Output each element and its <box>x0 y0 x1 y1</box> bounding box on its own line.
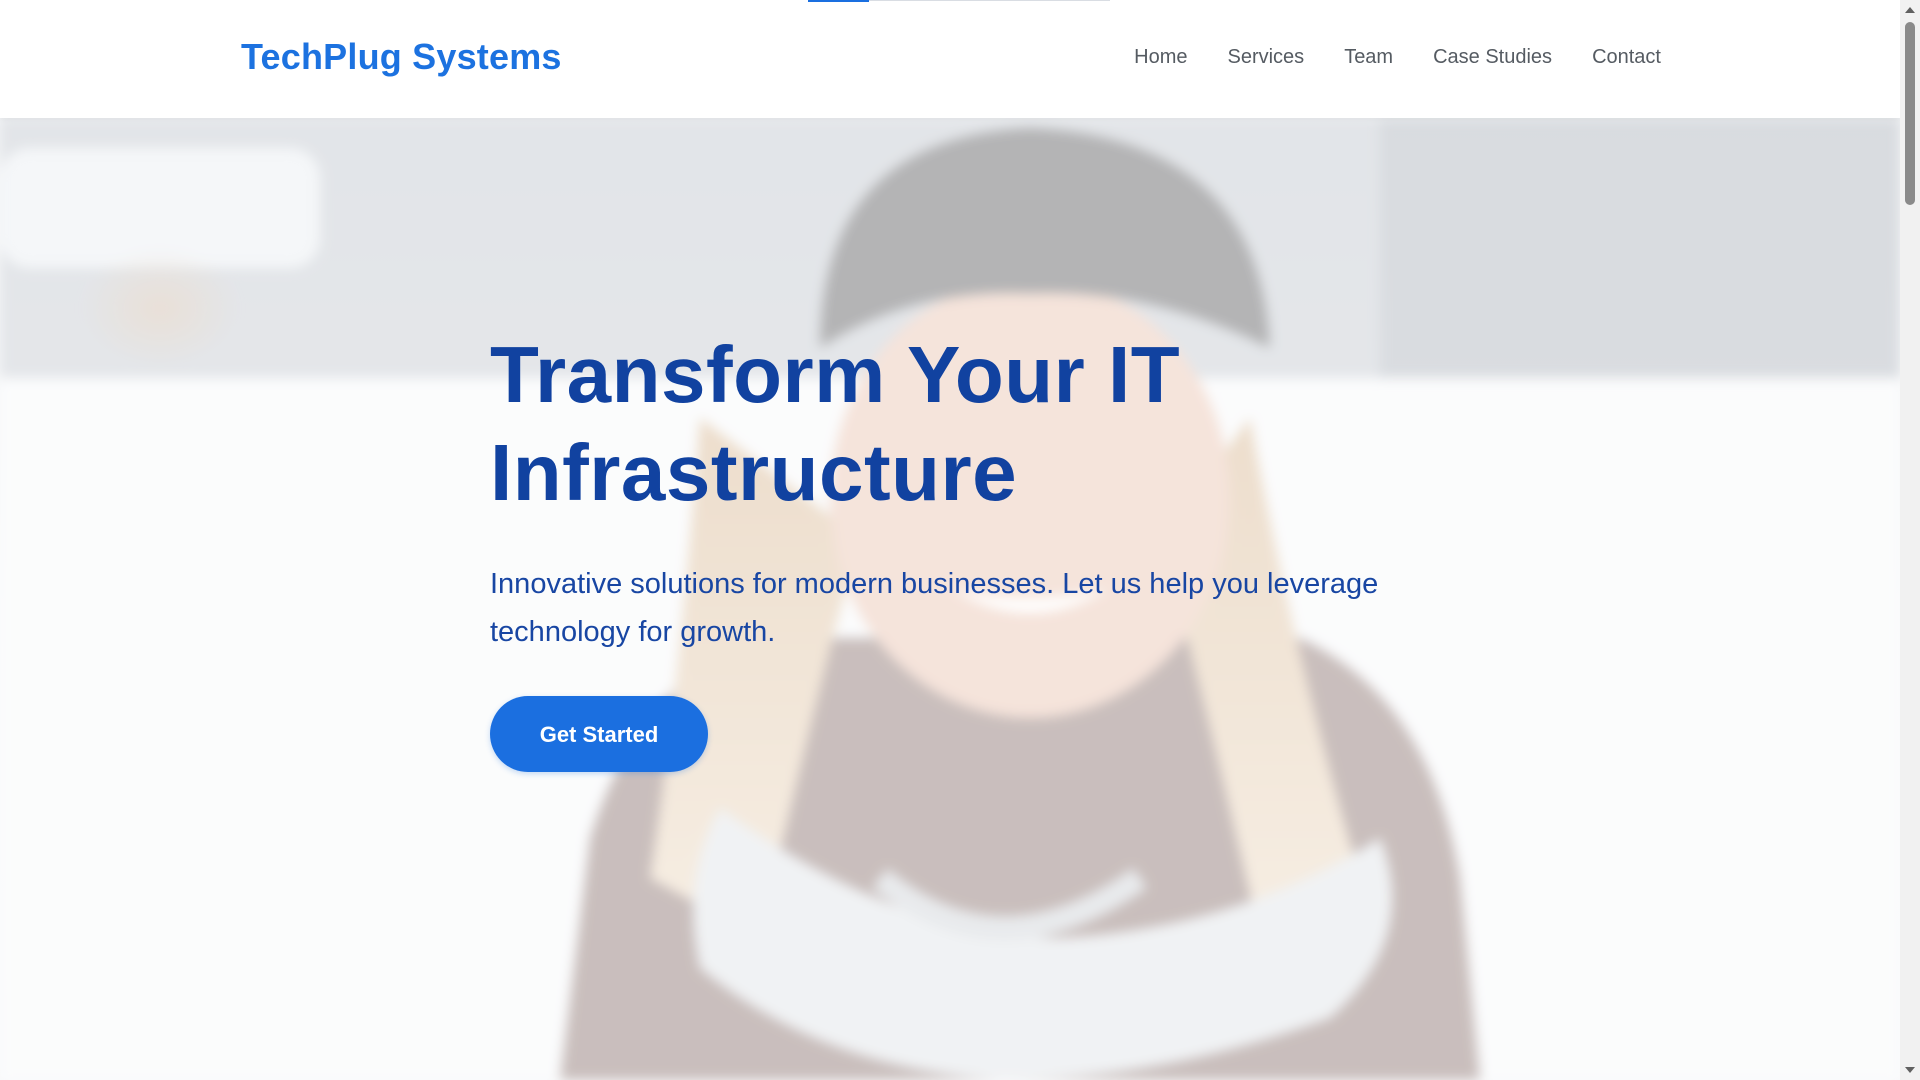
scroll-down-arrow-icon[interactable] <box>1905 1067 1915 1073</box>
scrollbar-thumb[interactable] <box>1905 22 1915 205</box>
nav-case-studies[interactable]: Case Studies <box>1433 46 1552 69</box>
page-progress-active <box>808 0 869 2</box>
site-header: TechPlug Systems Home Services Team Case… <box>0 0 1900 118</box>
nav-contact[interactable]: Contact <box>1592 46 1661 69</box>
hero-subtitle: Innovative solutions for modern business… <box>490 568 1379 648</box>
hero-title-line1: Transform Your IT <box>490 330 1181 419</box>
hero-content: Transform Your IT Infrastructure Innovat… <box>490 326 1490 772</box>
nav-home[interactable]: Home <box>1134 46 1187 69</box>
scroll-up-arrow-icon[interactable] <box>1905 7 1915 13</box>
hero-title: Transform Your IT Infrastructure <box>490 326 1490 522</box>
nav-team[interactable]: Team <box>1344 46 1393 69</box>
page-progress-indicator <box>808 0 1110 2</box>
main-nav: Home Services Team Case Studies Contact <box>1134 46 1661 69</box>
nav-services[interactable]: Services <box>1227 46 1304 69</box>
hero-section: Transform Your IT Infrastructure Innovat… <box>0 118 1900 1080</box>
page: TechPlug Systems Home Services Team Case… <box>0 0 1920 1080</box>
hero-title-line2: Infrastructure <box>490 428 1018 517</box>
vertical-scrollbar[interactable] <box>1900 0 1920 1080</box>
get-started-button[interactable]: Get Started <box>490 696 708 772</box>
site-logo[interactable]: TechPlug Systems <box>241 36 562 78</box>
